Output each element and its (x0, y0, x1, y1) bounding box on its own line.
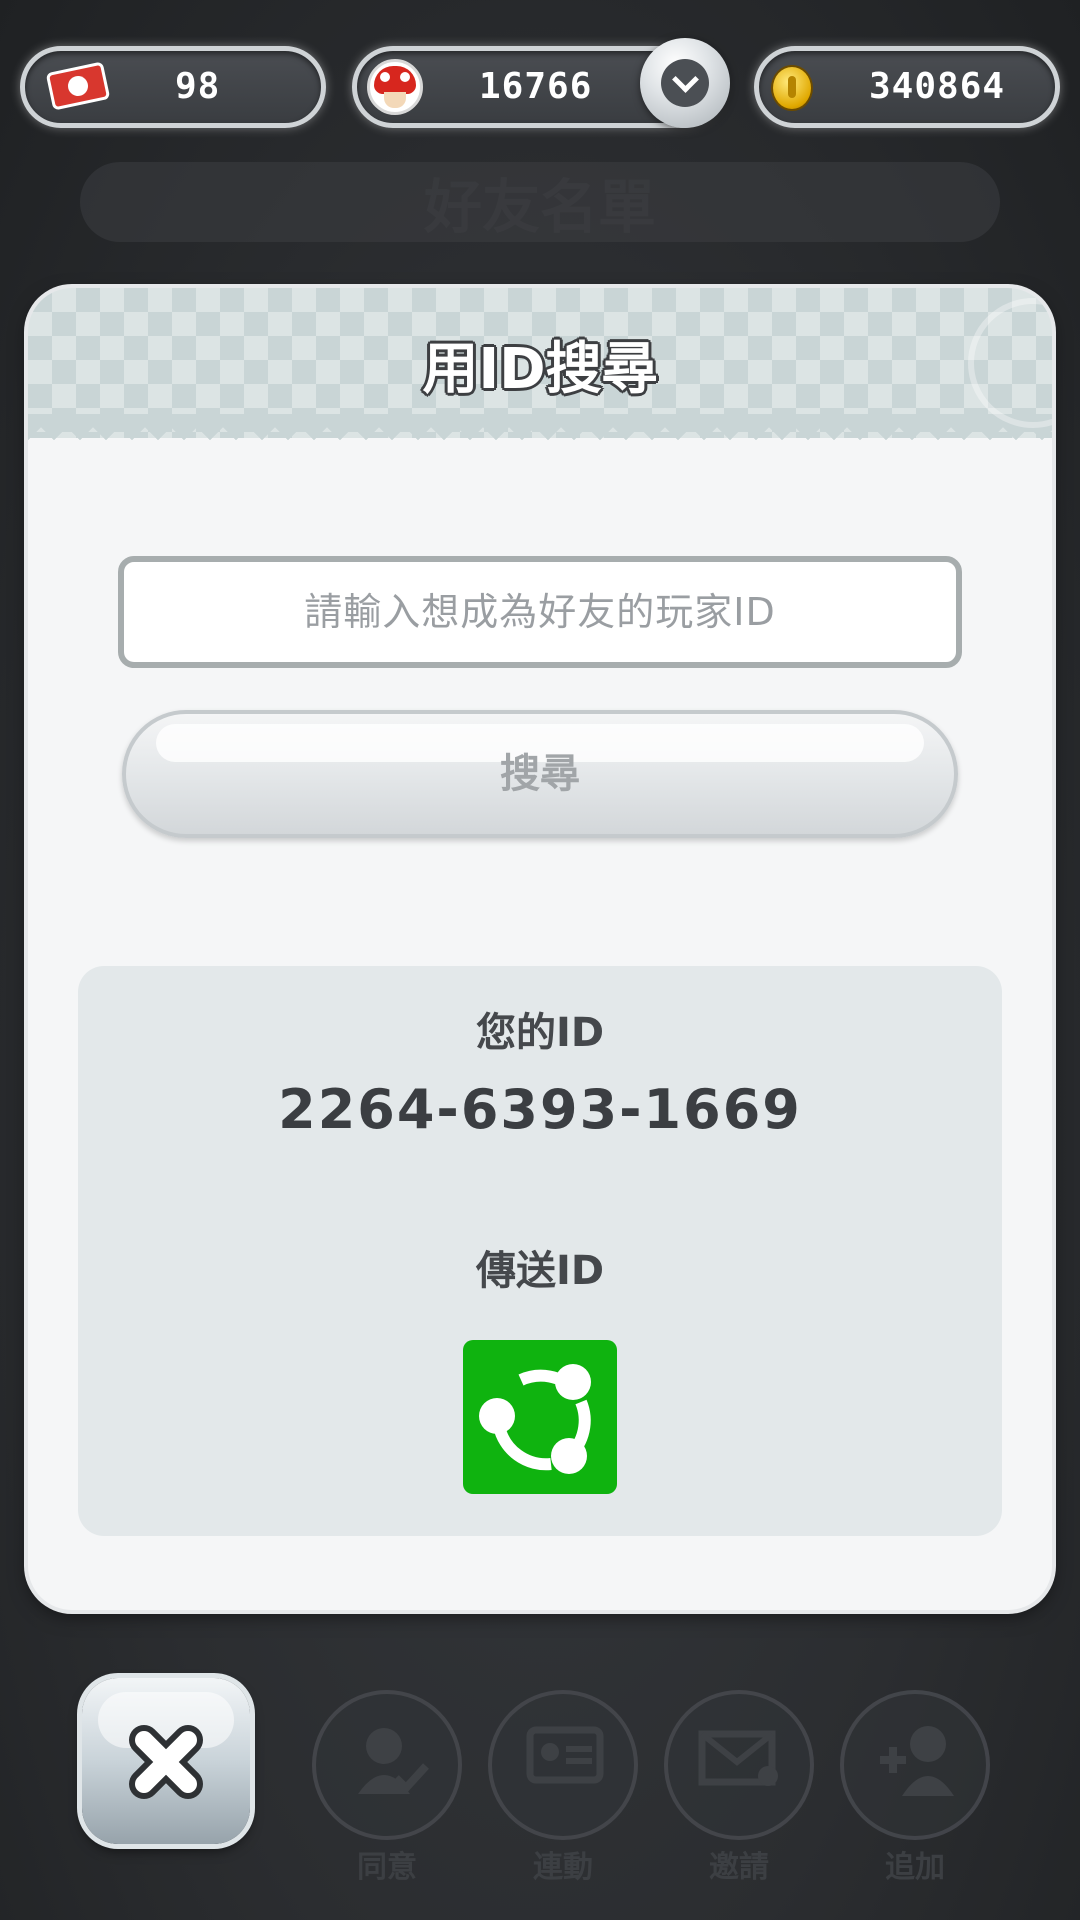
close-button[interactable] (82, 1678, 250, 1844)
toad-icon (367, 59, 423, 115)
your-id-value: 2264-6393-1669 (278, 1078, 802, 1141)
player-id-input[interactable]: 請輸入想成為好友的玩家ID (118, 556, 962, 668)
share-icon (479, 1364, 591, 1474)
nav-agree: 同意 (312, 1690, 462, 1885)
search-button[interactable]: 搜尋 (122, 710, 958, 838)
dialog-title: 用ID搜尋 (422, 337, 658, 402)
send-id-label: 傳送ID (475, 1248, 605, 1294)
tickets-counter: 98 (20, 46, 326, 128)
envelope-person-icon (698, 1730, 778, 1786)
id-card-link-icon (526, 1726, 604, 1784)
nav-invite: 邀請 (664, 1690, 814, 1885)
coins-counter: 340864 (754, 46, 1060, 128)
close-icon (129, 1725, 203, 1799)
nav-add: 追加 (840, 1690, 990, 1885)
add-person-icon (880, 1726, 954, 1796)
person-check-icon (358, 1728, 429, 1794)
search-button-label: 搜尋 (500, 751, 580, 797)
coins-value: 340864 (869, 66, 1006, 107)
share-id-button[interactable] (463, 1340, 617, 1494)
expand-status-button[interactable] (640, 38, 730, 128)
tickets-value: 98 (175, 66, 221, 107)
your-id-label: 您的ID (475, 1010, 605, 1056)
ticket-icon (45, 61, 111, 111)
search-by-id-dialog: 用ID搜尋 請輸入想成為好友的玩家ID 搜尋 您的ID 2264-6393-16… (28, 288, 1052, 1610)
your-id-panel: 您的ID 2264-6393-1669 傳送ID (78, 966, 1002, 1536)
background-title: 好友名單 (423, 173, 656, 241)
chevron-down-icon (661, 59, 709, 107)
coin-icon (771, 65, 813, 111)
nav-link: 連動 (488, 1690, 638, 1885)
toad-value: 16766 (479, 66, 593, 107)
